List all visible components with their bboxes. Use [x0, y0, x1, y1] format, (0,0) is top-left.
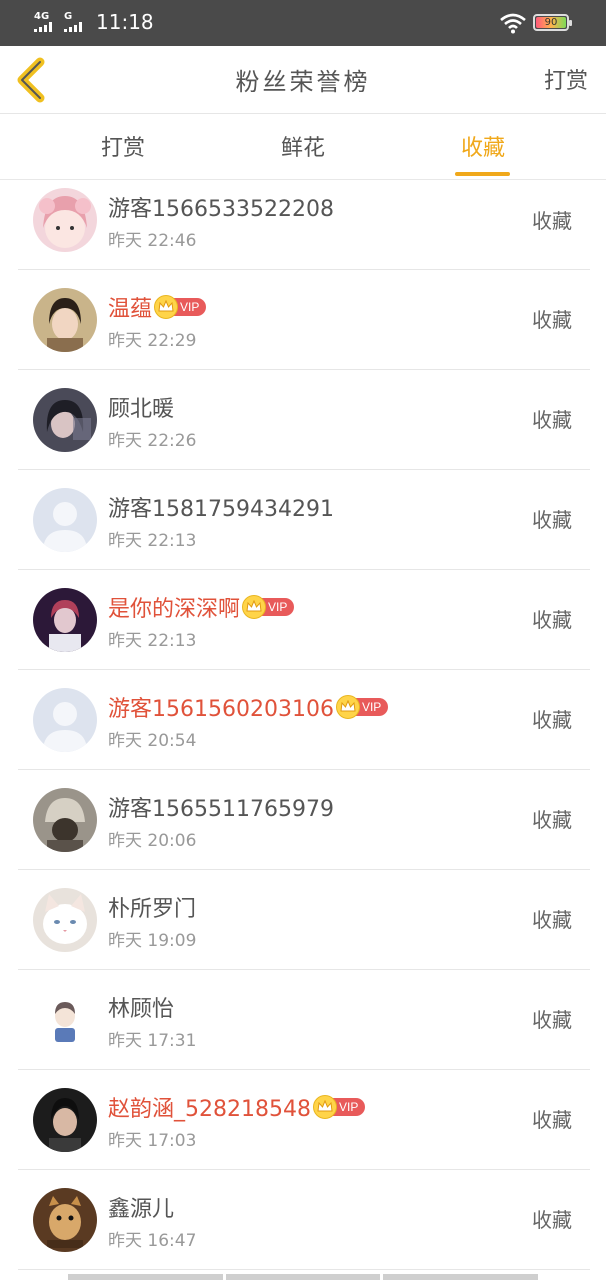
fan-name: 林顾怡: [108, 997, 175, 1022]
favorite-tag: 收藏: [532, 1208, 572, 1232]
avatar[interactable]: [33, 188, 97, 252]
scroll-indicator: [68, 1274, 539, 1280]
fan-row[interactable]: 温蕴 VIP 昨天 22:29 收藏: [18, 270, 590, 370]
fan-time: 昨天 16:47: [108, 1231, 197, 1251]
fan-time: 昨天 22:13: [108, 531, 197, 551]
fan-time: 昨天 22:26: [108, 431, 197, 451]
fan-name: 游客1565511765979: [108, 797, 334, 822]
avatar[interactable]: [33, 488, 97, 552]
vip-badge: VIP: [312, 1095, 366, 1119]
fan-row[interactable]: 游客1581759434291 昨天 22:13 收藏: [18, 470, 590, 570]
tab-reward[interactable]: 打赏: [63, 130, 183, 162]
favorite-tag: 收藏: [532, 608, 572, 632]
avatar[interactable]: [33, 888, 97, 952]
network-type-1: 4G: [34, 11, 50, 22]
active-tab-indicator: [455, 172, 510, 176]
crown-icon: [335, 695, 360, 719]
crown-icon: [242, 595, 267, 619]
fan-time: 昨天 17:03: [108, 1131, 197, 1151]
avatar[interactable]: [33, 388, 97, 452]
fan-name: 赵韵涵_528218548: [108, 1097, 311, 1122]
reward-link[interactable]: 打赏: [544, 63, 588, 95]
favorite-tag: 收藏: [532, 209, 572, 233]
status-time: 11:18: [96, 10, 154, 34]
fan-name: 鑫源儿: [108, 1197, 175, 1222]
fan-name: 顾北暖: [108, 397, 175, 422]
avatar[interactable]: [33, 588, 97, 652]
tab-favorites[interactable]: 收藏: [423, 130, 543, 162]
status-bar: 4G G 11:18 90: [0, 0, 606, 46]
crown-icon: [312, 1095, 337, 1119]
signal-icon-2: G: [64, 11, 90, 32]
fan-name: 游客1561560203106: [108, 697, 334, 722]
crown-icon: [154, 295, 179, 319]
fan-row[interactable]: 赵韵涵_528218548 VIP 昨天 17:03 收藏: [18, 1070, 590, 1170]
vip-badge: VIP: [154, 295, 207, 319]
fan-name: 温蕴: [108, 297, 153, 322]
fan-row[interactable]: 顾北暖昨天 22:26 收藏: [18, 370, 590, 470]
fan-time: 昨天 20:54: [108, 731, 197, 751]
fan-time: 昨天 22:29: [108, 331, 197, 351]
fan-list: 游客1566533522208 昨天 22:46 收藏 温蕴 VIP 昨天 22:29 收藏…: [18, 181, 590, 1270]
fan-name: 游客1581759434291: [108, 497, 334, 522]
fan-time: 昨天 22:13: [108, 631, 197, 651]
fan-row[interactable]: 是你的深深啊 VIP 昨天 22:13 收藏: [18, 570, 590, 670]
avatar[interactable]: [33, 1188, 97, 1252]
favorite-tag: 收藏: [532, 1008, 572, 1032]
fan-time: 昨天 17:31: [108, 1031, 197, 1051]
network-type-2: G: [64, 11, 73, 22]
tab-bar: 打赏 鲜花 收藏: [0, 114, 606, 180]
fan-time: 昨天 20:06: [108, 831, 197, 851]
avatar[interactable]: [33, 288, 97, 352]
nav-bar: 粉丝荣誉榜 打赏: [0, 46, 606, 114]
avatar[interactable]: [33, 988, 97, 1052]
favorite-tag: 收藏: [532, 308, 572, 332]
signal-icon-1: 4G: [34, 11, 60, 32]
favorite-tag: 收藏: [532, 908, 572, 932]
fan-row[interactable]: 朴所罗门昨天 19:09 收藏: [18, 870, 590, 970]
favorite-tag: 收藏: [532, 508, 572, 532]
wifi-icon: [500, 13, 526, 34]
avatar[interactable]: [33, 1088, 97, 1152]
fan-row[interactable]: 鑫源儿昨天 16:47 收藏: [18, 1170, 590, 1270]
fan-row[interactable]: 游客1561560203106 VIP 昨天 20:54 收藏: [18, 670, 590, 770]
vip-badge: VIP: [242, 595, 295, 619]
favorite-tag: 收藏: [532, 408, 572, 432]
fan-name: 朴所罗门: [108, 897, 197, 922]
favorite-tag: 收藏: [532, 808, 572, 832]
fan-row[interactable]: 林顾怡昨天 17:31 收藏: [18, 970, 590, 1070]
fan-time: 昨天 22:46: [108, 231, 197, 251]
fan-time: 昨天 19:09: [108, 931, 197, 951]
fan-row[interactable]: 游客1565511765979 昨天 20:06 收藏: [18, 770, 590, 870]
battery-level: 90: [536, 17, 566, 28]
vip-badge: VIP: [335, 695, 389, 719]
tab-flowers[interactable]: 鲜花: [243, 130, 363, 162]
avatar[interactable]: [33, 788, 97, 852]
favorite-tag: 收藏: [532, 1108, 572, 1132]
favorite-tag: 收藏: [532, 708, 572, 732]
fan-name: 游客1566533522208: [108, 197, 334, 222]
avatar[interactable]: [33, 688, 97, 752]
battery-icon: 90: [533, 14, 572, 31]
fan-row[interactable]: 游客1566533522208 昨天 22:46 收藏: [18, 181, 590, 270]
page-title: 粉丝荣誉榜: [235, 68, 371, 96]
fan-name: 是你的深深啊: [108, 597, 241, 622]
